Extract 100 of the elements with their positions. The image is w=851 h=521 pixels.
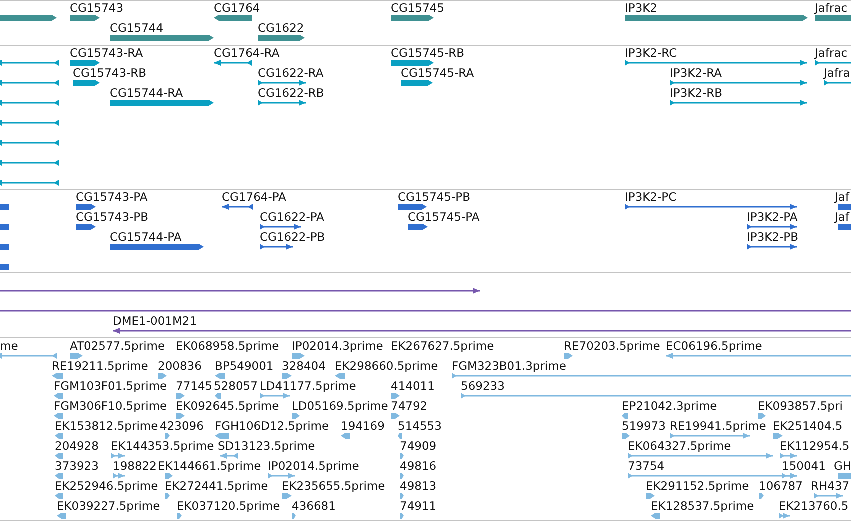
feature-label: FGM306F10.5prime — [54, 399, 168, 413]
feature-label: CG15743-PB — [76, 210, 148, 224]
feature-glyph[interactable] — [747, 224, 797, 230]
feature-label: CG15744 — [110, 21, 164, 35]
feature-label: FGM323B01.3prime — [452, 359, 566, 373]
feature-label: 49813 — [400, 479, 437, 493]
feature-glyph[interactable] — [222, 204, 253, 210]
feature-glyph[interactable] — [670, 80, 807, 86]
feature-label: DME1-001M21 — [113, 314, 198, 328]
feature-glyph[interactable] — [670, 100, 807, 106]
feature-label: RE19941.5prime — [670, 419, 766, 433]
feature-label: 373923 — [55, 459, 99, 473]
feature-label: EK068958.5prime — [176, 339, 280, 353]
feature-glyph[interactable] — [70, 15, 100, 21]
feature-label: EK298660.5prime — [335, 359, 438, 373]
feature-glyph[interactable] — [0, 180, 59, 186]
feature-label: LD05169.5prime — [292, 399, 388, 413]
feature-label: 49816 — [400, 459, 437, 473]
feature-glyph[interactable] — [258, 80, 306, 86]
feature-label: EK267627.5prime — [391, 339, 494, 353]
feature-label: IP3K2 — [625, 1, 658, 15]
feature-label: CG15745-RA — [401, 66, 474, 80]
feature-glyph[interactable] — [260, 244, 293, 250]
feature-label: 200836 — [158, 359, 202, 373]
feature-label: IP3K2-RB — [670, 86, 723, 100]
feature-glyph[interactable] — [110, 35, 214, 41]
feature-label: IP3K2-PB — [747, 230, 798, 244]
feature-glyph[interactable] — [391, 15, 434, 21]
feature-label: CG15743-RB — [73, 66, 147, 80]
feature-glyph[interactable] — [625, 204, 797, 210]
feature-glyph[interactable] — [110, 244, 204, 250]
feature-glyph[interactable] — [0, 288, 480, 294]
feature-label: EK144661.5prime — [158, 459, 262, 473]
feature-glyph[interactable] — [110, 100, 214, 106]
feature-label: 77145 — [176, 379, 213, 393]
feature-label: Jafrac — [815, 1, 848, 15]
feature-glyph[interactable] — [0, 15, 57, 21]
feature-glyph[interactable] — [70, 60, 100, 66]
feature-glyph[interactable] — [214, 60, 252, 66]
feature-label: EK291152.5prime — [646, 479, 750, 493]
feature-glyph[interactable] — [214, 15, 252, 21]
feature-label: CG1622-PA — [260, 210, 324, 224]
feature-glyph[interactable] — [625, 60, 807, 66]
feature-label: 73754 — [628, 459, 665, 473]
feature-label: EK039227.5prime — [57, 499, 160, 513]
feature-glyph[interactable] — [0, 80, 59, 86]
feature-label: CG1622-RA — [258, 66, 324, 80]
feature-glyph[interactable] — [73, 80, 100, 86]
feature-glyph[interactable] — [815, 60, 851, 66]
feature-glyph[interactable] — [0, 140, 59, 146]
feature-glyph[interactable] — [408, 224, 428, 230]
feature-label: EK235655.5prime — [282, 479, 386, 493]
feature-glyph[interactable] — [391, 60, 434, 66]
feature-label: Jaf — [835, 210, 850, 224]
feature-label: BP549001 — [215, 359, 274, 373]
feature-label: CG1622-PB — [260, 230, 326, 244]
feature-glyph[interactable] — [258, 100, 306, 106]
feature-label: EK252946.5prime — [55, 479, 158, 493]
feature-glyph[interactable] — [76, 204, 96, 210]
feature-glyph[interactable] — [398, 204, 427, 210]
feature-glyph[interactable] — [824, 80, 851, 86]
feature-glyph[interactable] — [0, 160, 59, 166]
feature-label: RE19211.5prime — [52, 359, 148, 373]
feature-label: FGM103F01.5prime — [54, 379, 168, 393]
feature-label: 569233 — [461, 379, 505, 393]
feature-label: EK272441.5prime — [165, 479, 268, 493]
feature-label: Jafrac — [815, 46, 848, 60]
feature-label: 74909 — [400, 439, 437, 453]
feature-label: CG15745-PA — [408, 210, 480, 224]
feature-label: CG1622-RB — [258, 86, 324, 100]
feature-label: 514553 — [398, 419, 442, 433]
feature-label: 74911 — [400, 499, 437, 513]
feature-label: CG1764-PA — [222, 190, 286, 204]
feature-label: me — [0, 339, 18, 353]
feature-label: EK037120.5prime — [177, 499, 280, 513]
feature-label: FGH106D12.5prime — [215, 419, 330, 433]
feature-glyph[interactable] — [0, 120, 59, 126]
feature-glyph[interactable] — [0, 60, 59, 66]
feature-label: RH437 — [811, 479, 850, 493]
feature-label: EK092645.5prime — [176, 399, 280, 413]
feature-label: EK213760.5 — [779, 499, 849, 513]
feature-label: EK251404.5 — [773, 419, 843, 433]
feature-glyph[interactable] — [113, 328, 851, 334]
feature-label: SD13123.5prime — [218, 439, 316, 453]
feature-glyph[interactable] — [260, 224, 301, 230]
feature-label: EP21042.3prime — [622, 399, 718, 413]
feature-label: CG15745 — [391, 1, 445, 15]
feature-label: 150041 — [782, 459, 826, 473]
feature-label: EK153812.5prime — [55, 419, 158, 433]
feature-label: 519973 — [622, 419, 666, 433]
feature-glyph[interactable] — [76, 224, 96, 230]
feature-label: GH — [834, 459, 851, 473]
feature-glyph[interactable] — [401, 80, 433, 86]
feature-label: IP3K2-PC — [625, 190, 677, 204]
feature-glyph[interactable] — [747, 244, 797, 250]
feature-label: AT02577.5prime — [70, 339, 166, 353]
feature-glyph[interactable] — [0, 100, 59, 106]
feature-glyph[interactable] — [258, 35, 305, 41]
feature-label: IP3K2-RC — [625, 46, 678, 60]
feature-label: Jafra — [824, 66, 850, 80]
